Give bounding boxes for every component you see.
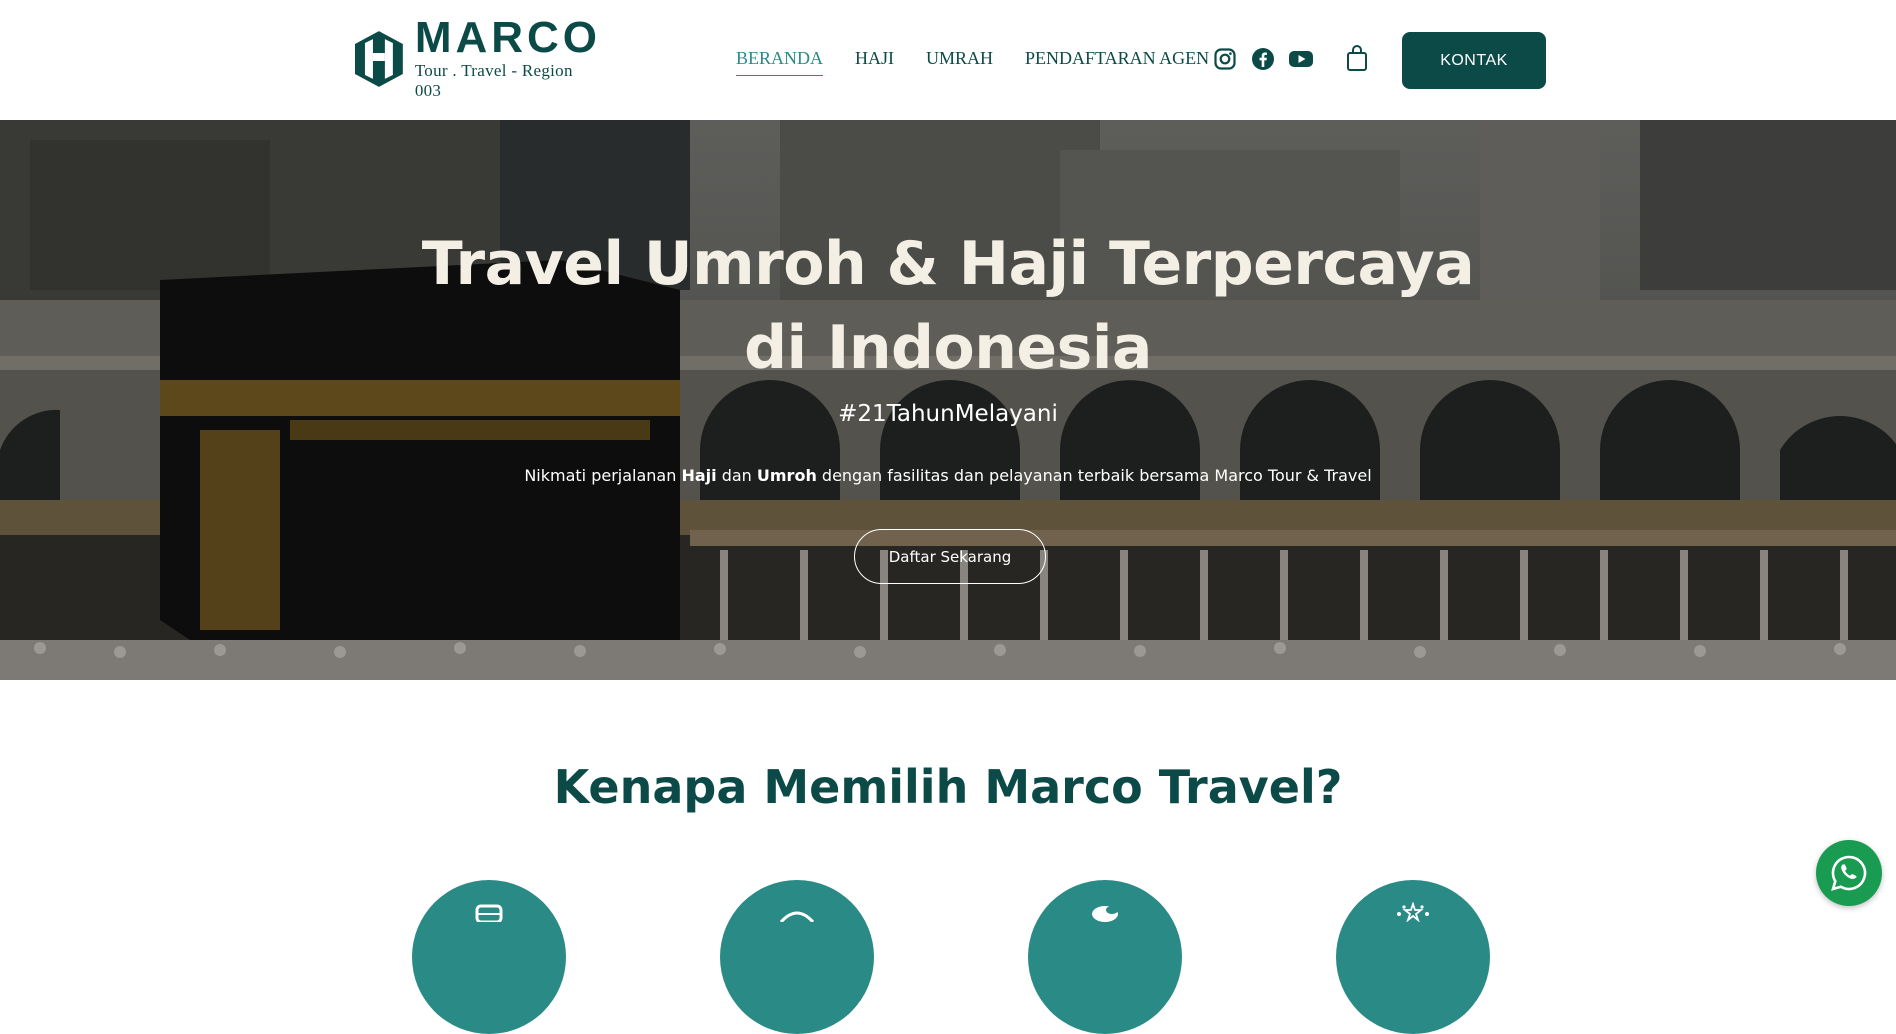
plane-icon (779, 911, 815, 922)
nav-item-pendaftaran-agen[interactable]: PENDAFTARAN AGEN (1025, 48, 1209, 76)
instagram-icon[interactable] (1212, 46, 1238, 72)
brand-name: MARCO (414, 13, 602, 62)
hero-banner: Travel Umroh & Haji Terpercaya di Indone… (0, 120, 1896, 680)
site-header: MARCO Tour . Travel - Region 003 BERANDA… (0, 0, 1896, 120)
contact-button[interactable]: KONTAK (1402, 32, 1546, 89)
hero-desc-pre: Nikmati perjalanan (524, 466, 682, 485)
social-links (1212, 46, 1326, 72)
hero-background-image (0, 120, 1896, 680)
feature-plane (720, 880, 874, 1034)
hero-desc-mid: dan (716, 466, 757, 485)
nav-item-umrah[interactable]: UMRAH (926, 48, 993, 76)
hero-title-line2: di Indonesia (744, 313, 1152, 383)
brand-logo[interactable]: MARCO Tour . Travel - Region 003 (353, 16, 603, 100)
nav-item-beranda[interactable]: BERANDA (736, 48, 824, 76)
feature-leaf (1028, 880, 1182, 1034)
hero-desc-post: dengan fasilitas dan pelayanan terbaik b… (816, 466, 1372, 485)
logo-mark-icon (354, 31, 403, 87)
feature-luggage (412, 880, 566, 1034)
shopping-bag-icon[interactable] (1344, 44, 1370, 72)
hero-desc-haji: Haji (681, 466, 717, 485)
youtube-icon[interactable] (1288, 46, 1314, 72)
brand-tagline: Tour . Travel - Region 003 (414, 61, 573, 100)
feature-stars (1336, 880, 1490, 1034)
stars-icon (1397, 902, 1429, 922)
whatsapp-button[interactable] (1816, 840, 1882, 906)
hero-title: Travel Umroh & Haji Terpercaya di Indone… (0, 222, 1896, 390)
why-section-title: Kenapa Memilih Marco Travel? (553, 760, 1343, 814)
main-nav: BERANDA HAJI UMRAH PENDAFTARAN AGEN (736, 48, 1241, 76)
leaf-icon (1092, 906, 1118, 922)
hero-title-line1: Travel Umroh & Haji Terpercaya (421, 229, 1475, 299)
luggage-icon (475, 904, 503, 922)
nav-item-haji[interactable]: HAJI (855, 48, 894, 76)
register-now-button[interactable]: Daftar Sekarang (854, 529, 1046, 584)
hero-hashtag: #21TahunMelayani (838, 401, 1058, 427)
facebook-icon[interactable] (1250, 46, 1276, 72)
hero-description: Nikmati perjalanan Haji dan Umroh dengan… (0, 466, 1896, 485)
hero-desc-umroh: Umroh (756, 466, 817, 485)
whatsapp-icon (1831, 855, 1867, 891)
